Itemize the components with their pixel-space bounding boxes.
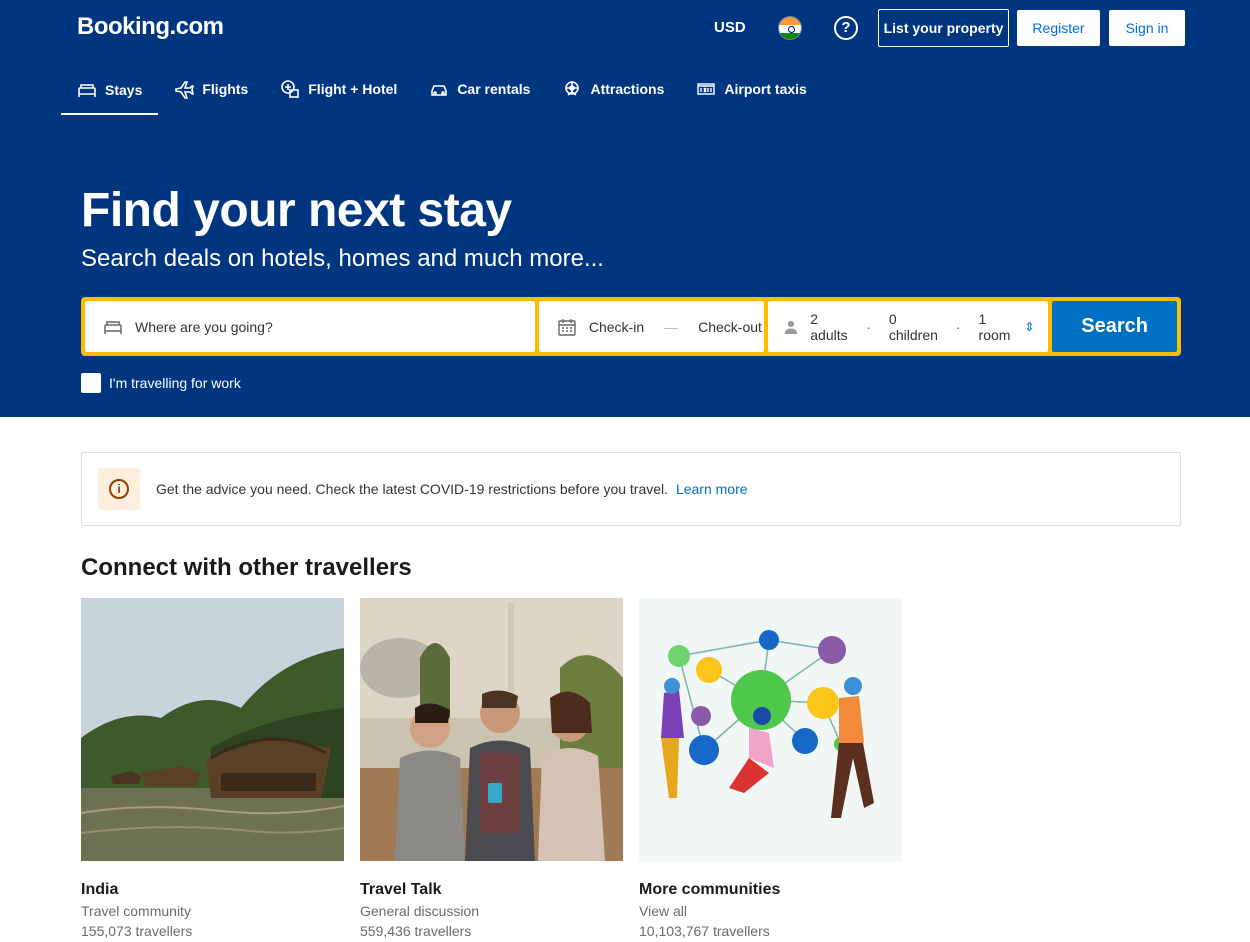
car-icon: [431, 84, 448, 96]
work-travel-label: I'm travelling for work: [109, 375, 241, 391]
search-box: Where are you going? Check-in — Check-ou…: [81, 297, 1181, 356]
community-illustration-image[interactable]: [639, 598, 902, 861]
flight-hotel-icon: [281, 79, 300, 98]
register-button[interactable]: Register: [1017, 10, 1100, 46]
dot-separator: ·: [866, 318, 871, 335]
search-button[interactable]: Search: [1052, 301, 1177, 352]
nav-item-flights[interactable]: Flights: [158, 66, 264, 111]
calendar-icon: [558, 318, 576, 336]
nav-label-car-rentals: Car rentals: [457, 80, 531, 97]
community-title: Travel Talk: [360, 881, 442, 898]
covid-notice: i Get the advice you need. Check the lat…: [81, 452, 1181, 526]
nav-label-attractions: Attractions: [590, 80, 665, 97]
attractions-icon: [565, 80, 580, 96]
india-backwaters-image[interactable]: [81, 598, 344, 861]
friends-photo-image[interactable]: [360, 598, 623, 861]
community-subtitle: View all: [639, 903, 687, 919]
updown-chevron-icon: ⇕: [1024, 319, 1035, 334]
top-bar: Booking.com USD ? List your property Reg…: [0, 0, 1250, 56]
info-icon-box: i: [98, 468, 140, 510]
rooms-count: 1 room: [978, 310, 1011, 343]
checkout-label: Check-out: [698, 318, 762, 335]
children-count: 0 children: [888, 310, 938, 343]
community-card-travel-talk[interactable]: Travel Talk General discussion 559,436 t…: [360, 598, 623, 939]
dot-separator: ·: [955, 318, 961, 335]
date-separator: —: [664, 318, 679, 335]
community-subtitle: General discussion: [360, 903, 480, 919]
currency-selector[interactable]: USD: [714, 19, 746, 36]
work-travel-checkbox[interactable]: [81, 373, 101, 393]
community-card-more[interactable]: More communities View all 10,103,767 tra…: [639, 598, 902, 939]
page-title: Find your next stay: [81, 184, 512, 237]
nav-label-flights: Flights: [202, 80, 249, 97]
community-count: 559,436 travellers: [360, 923, 472, 939]
notice-text: Get the advice you need. Check the lates…: [156, 481, 748, 497]
community-subtitle: Travel community: [81, 903, 191, 919]
bed-icon: [78, 83, 96, 97]
bed-icon: [104, 320, 122, 334]
destination-input[interactable]: Where are you going?: [85, 301, 535, 352]
community-title: India: [81, 881, 119, 898]
adults-count: 2 adults: [810, 310, 848, 343]
sign-in-button[interactable]: Sign in: [1109, 10, 1185, 46]
hero-banner: Booking.com USD ? List your property Reg…: [0, 0, 1250, 417]
person-icon: [785, 320, 798, 334]
community-cards: India Travel community 155,073 traveller…: [81, 598, 902, 939]
nav-label-flight-hotel: Flight + Hotel: [308, 80, 398, 97]
nav-item-car-rentals[interactable]: Car rentals: [413, 66, 546, 111]
work-travel-option[interactable]: I'm travelling for work: [81, 373, 241, 393]
community-count: 155,073 travellers: [81, 923, 193, 939]
nav-item-stays[interactable]: Stays: [61, 66, 159, 115]
list-property-button[interactable]: List your property: [878, 9, 1009, 47]
info-icon: i: [109, 479, 129, 499]
logo[interactable]: Booking.com: [77, 13, 224, 41]
taxi-icon: [697, 82, 716, 95]
nav-item-airport-taxis[interactable]: Airport taxis: [680, 66, 822, 111]
community-title: More communities: [639, 881, 781, 898]
learn-more-link[interactable]: Learn more: [676, 481, 748, 497]
checkin-label: Check-in: [588, 318, 645, 335]
notice-message: Get the advice you need. Check the lates…: [156, 481, 669, 497]
plane-icon: [175, 80, 195, 99]
india-flag-icon[interactable]: [778, 16, 802, 40]
section-title: Connect with other travellers: [81, 554, 412, 581]
community-count: 10,103,767 travellers: [639, 923, 770, 939]
nav-item-flight-hotel[interactable]: Flight + Hotel: [264, 66, 413, 111]
help-icon[interactable]: ?: [834, 16, 858, 40]
nav-item-attractions[interactable]: Attractions: [546, 66, 680, 111]
nav-label-stays: Stays: [105, 81, 143, 98]
page-subtitle: Search deals on hotels, homes and much m…: [81, 245, 604, 272]
nav-label-airport-taxis: Airport taxis: [724, 80, 807, 97]
date-picker[interactable]: Check-in — Check-out: [538, 301, 765, 352]
community-card-india[interactable]: India Travel community 155,073 traveller…: [81, 598, 344, 939]
guests-selector[interactable]: 2 adults · 0 children · 1 room ⇕: [768, 301, 1049, 352]
destination-placeholder: Where are you going?: [135, 318, 273, 335]
product-nav: Stays Flights Flight + Hotel Car rentals…: [61, 66, 823, 116]
